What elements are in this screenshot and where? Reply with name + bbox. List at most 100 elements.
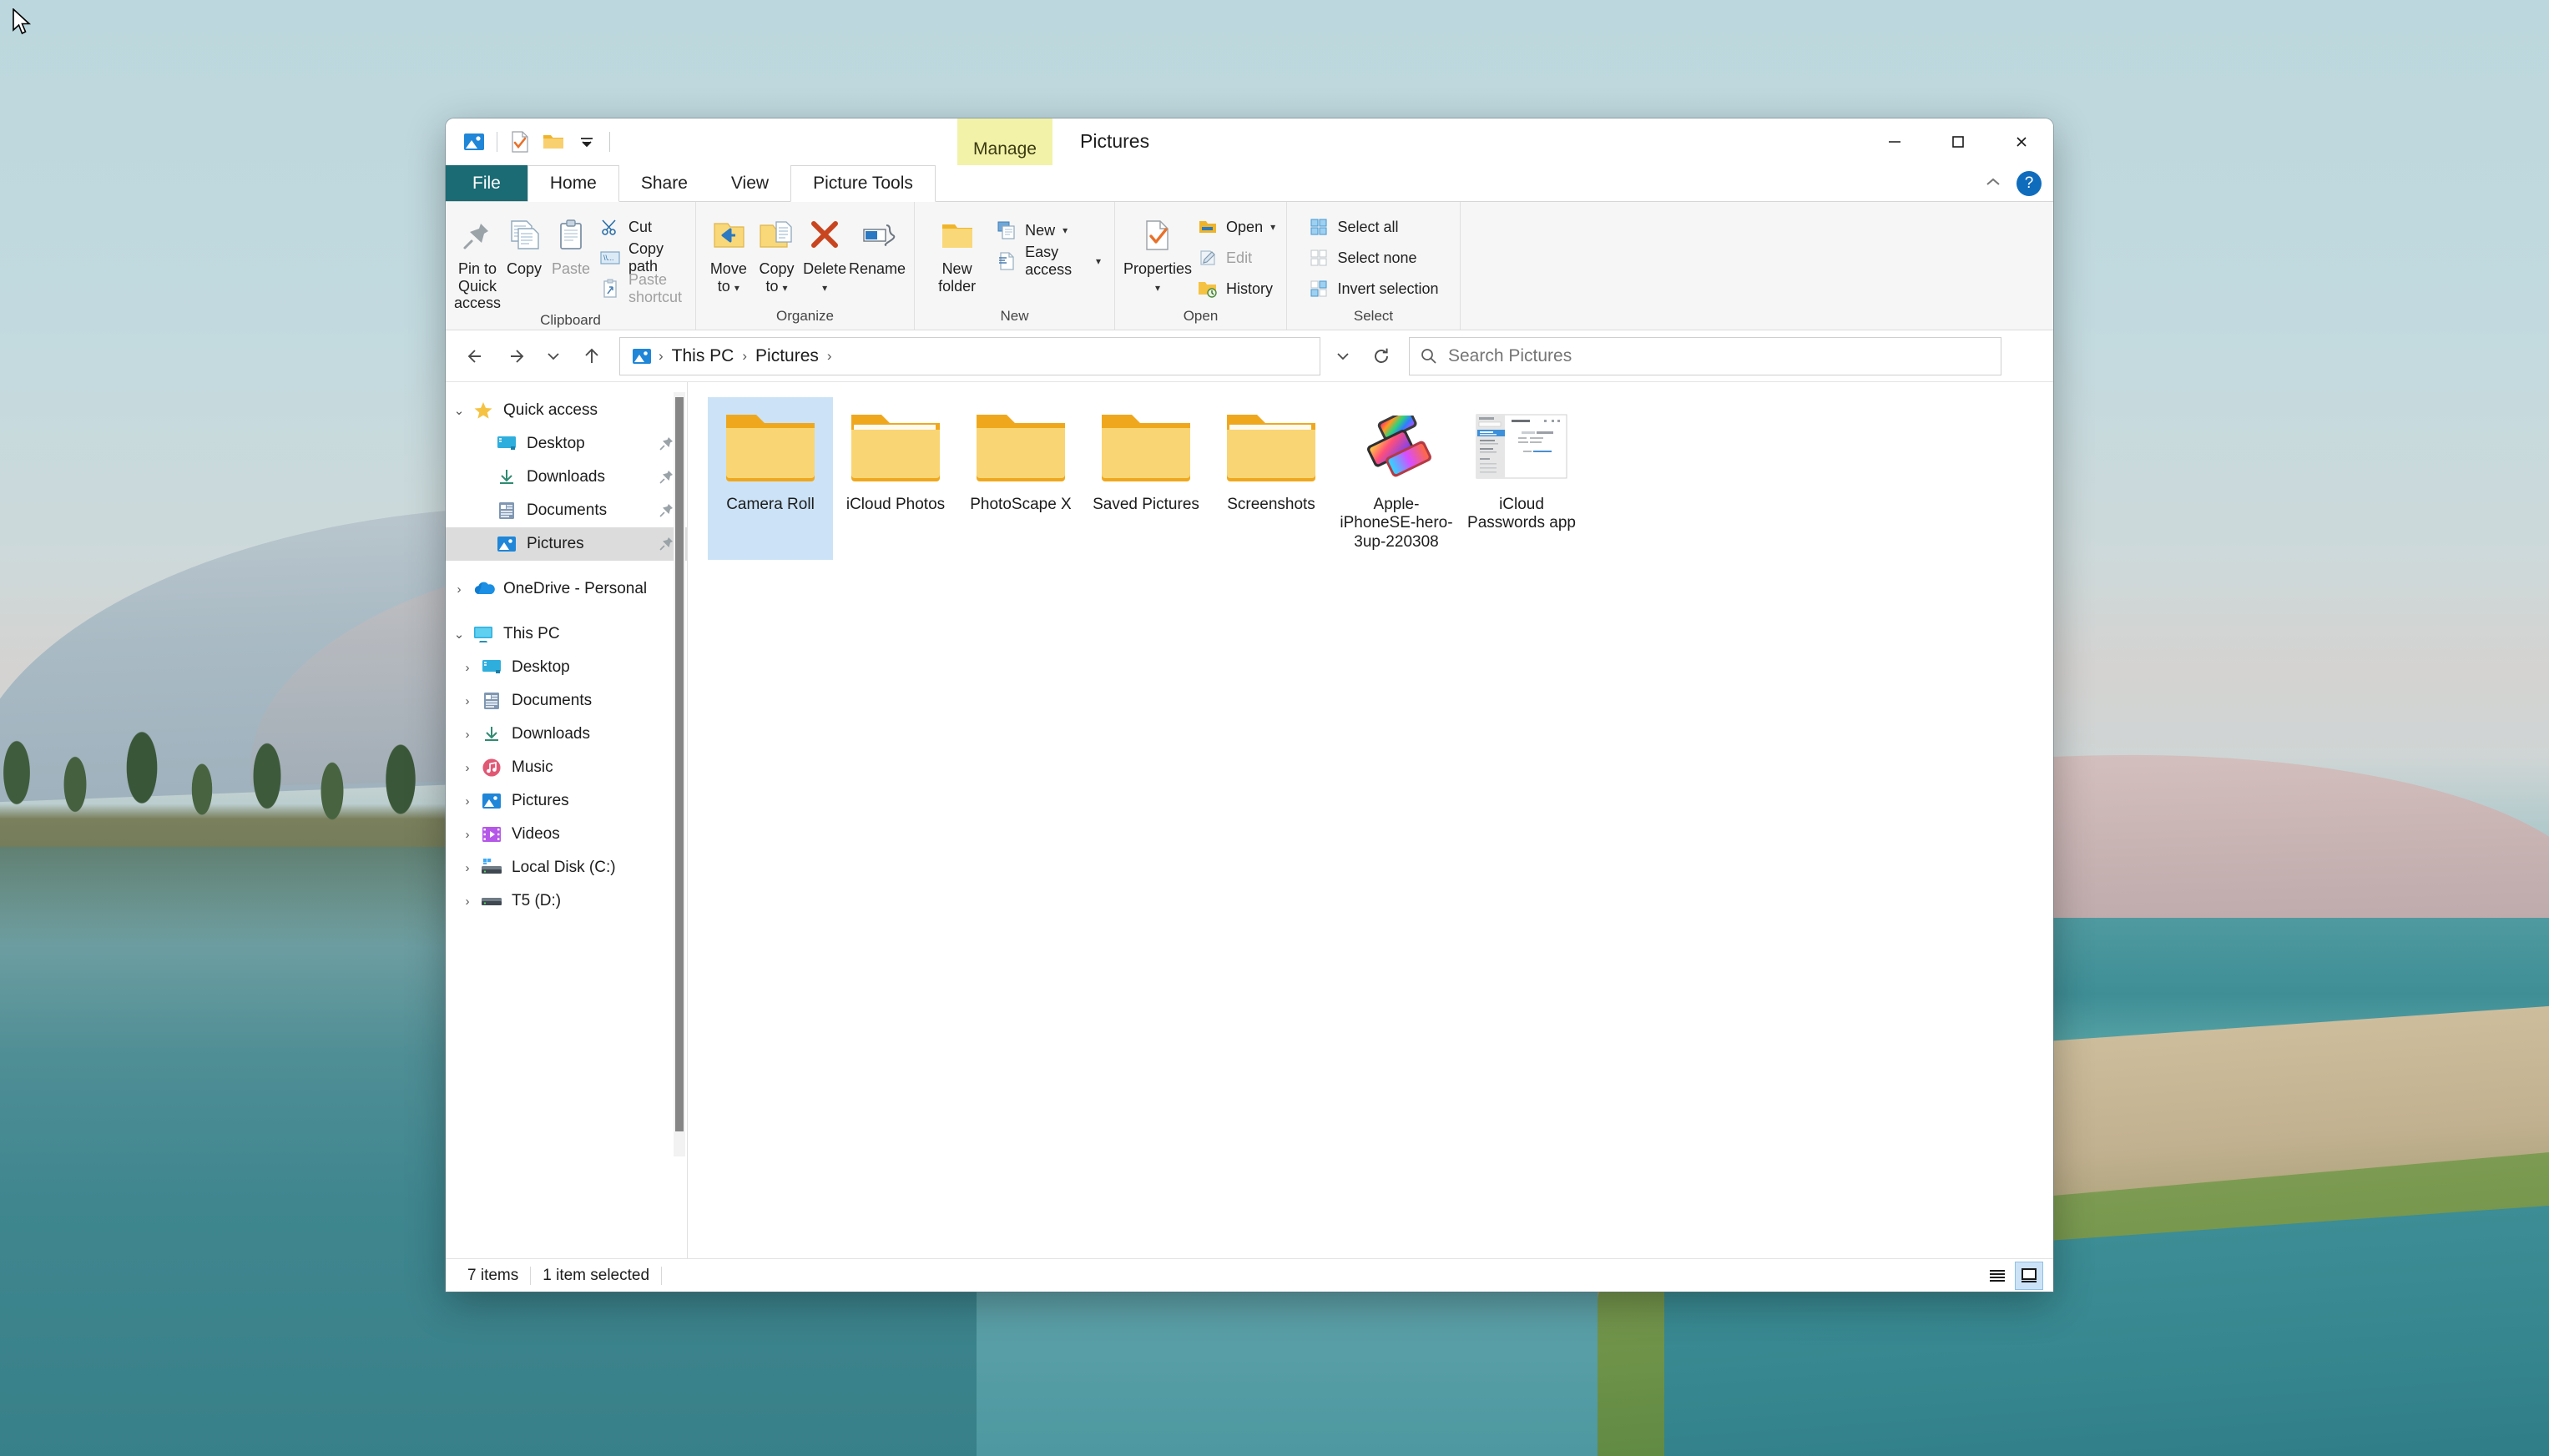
copy-to-button[interactable]: Copy to ▾: [753, 209, 801, 295]
list-item[interactable]: Saved Pictures: [1083, 397, 1209, 560]
item-label: iCloud Passwords app: [1467, 496, 1576, 532]
breadcrumb[interactable]: › This PC › Pictures ›: [619, 336, 1320, 375]
forward-button[interactable]: [496, 337, 534, 375]
open-button[interactable]: Open ▾: [1192, 214, 1280, 240]
sidebar-item-pictures-pc[interactable]: › Pictures: [446, 784, 687, 818]
properties-button[interactable]: Properties ▾: [1123, 209, 1192, 295]
details-view-button[interactable]: [1983, 1262, 2011, 1290]
paste-shortcut-button[interactable]: Paste shortcut: [594, 271, 687, 305]
help-button[interactable]: ?: [2016, 171, 2042, 196]
sidebar-item-downloads-pc[interactable]: › Downloads: [446, 718, 687, 751]
collapse-ribbon-button[interactable]: [1983, 175, 2003, 193]
edit-button[interactable]: Edit: [1192, 244, 1280, 271]
back-button[interactable]: [457, 337, 496, 375]
pin-icon[interactable]: [659, 501, 675, 523]
new-folder-button[interactable]: New folder: [923, 209, 991, 295]
address-dropdown-button[interactable]: [1324, 337, 1362, 375]
chevron-right-icon[interactable]: ›: [447, 582, 471, 597]
search-input[interactable]: [1448, 345, 1991, 366]
sidebar-item-downloads-qa[interactable]: Downloads: [446, 461, 687, 494]
sidebar-item-local-disk-c[interactable]: › Local Disk (C:): [446, 851, 687, 884]
chevron-right-icon[interactable]: ›: [456, 861, 479, 875]
customize-qat-icon[interactable]: [570, 125, 603, 159]
minimize-button[interactable]: [1863, 118, 1926, 165]
sidebar-item-documents-qa[interactable]: Documents: [446, 494, 687, 527]
paste-button[interactable]: Paste: [548, 209, 594, 278]
easy-access-button[interactable]: Easy access ▾: [991, 244, 1106, 278]
sidebar-item-videos[interactable]: › Videos: [446, 818, 687, 851]
chevron-right-icon[interactable]: ›: [456, 894, 479, 909]
list-item[interactable]: iCloud Photos: [833, 397, 958, 560]
pin-icon[interactable]: [659, 435, 675, 456]
chevron-down-icon[interactable]: ⌄: [447, 403, 471, 418]
copy-path-icon: \\...: [599, 247, 621, 269]
cut-button[interactable]: Cut: [594, 214, 687, 240]
select-all-button[interactable]: Select all: [1303, 214, 1443, 240]
list-item[interactable]: Screenshots: [1209, 397, 1334, 560]
recent-locations-button[interactable]: [534, 337, 573, 375]
sidebar-item-desktop-qa[interactable]: Desktop: [446, 427, 687, 461]
pictures-library-icon[interactable]: [457, 125, 491, 159]
sidebar-item-t5-d[interactable]: › T5 (D:): [446, 884, 687, 918]
properties-quick-icon[interactable]: [503, 125, 537, 159]
close-button[interactable]: [1990, 118, 2053, 165]
delete-button[interactable]: Delete ▾: [800, 209, 849, 295]
address-bar-tools: [1324, 337, 1401, 375]
sidebar-item-documents-pc[interactable]: › Documents: [446, 684, 687, 718]
scrollbar-thumb[interactable]: [675, 397, 684, 1131]
item-label: Saved Pictures: [1093, 496, 1199, 513]
file-list-view[interactable]: Camera Roll iCloud Photos PhotoScape X S…: [688, 382, 2053, 1258]
navigation-scrollbar[interactable]: [674, 392, 685, 1156]
rename-button[interactable]: Rename: [849, 209, 906, 278]
invert-selection-button[interactable]: Invert selection: [1303, 275, 1443, 302]
tab-file[interactable]: File: [446, 165, 527, 201]
sidebar-item-quick-access[interactable]: ⌄ Quick access: [446, 394, 687, 427]
copy-button[interactable]: Copy: [501, 209, 548, 278]
chevron-right-icon[interactable]: ›: [456, 828, 479, 842]
list-item[interactable]: Apple-iPhoneSE-hero-3up-220308: [1334, 397, 1459, 560]
refresh-button[interactable]: [1362, 337, 1401, 375]
sidebar-item-this-pc[interactable]: ⌄ This PC: [446, 617, 687, 651]
pin-to-quick-access-button[interactable]: Pin to Quick access: [454, 209, 501, 312]
downloads-icon: [494, 466, 519, 488]
move-to-button[interactable]: Move to ▾: [704, 209, 753, 295]
open-small-buttons: Open ▾ Edit History: [1192, 209, 1280, 302]
list-item[interactable]: Camera Roll: [708, 397, 833, 561]
status-bar: 7 items 1 item selected: [446, 1258, 2053, 1292]
tab-picture-tools[interactable]: Picture Tools: [790, 165, 936, 202]
chevron-right-icon[interactable]: ›: [456, 661, 479, 675]
maximize-button[interactable]: [1926, 118, 1990, 165]
pin-icon[interactable]: [659, 468, 675, 490]
new-item-button[interactable]: New ▾: [991, 217, 1106, 244]
tab-view[interactable]: View: [709, 165, 791, 201]
tab-home[interactable]: Home: [527, 165, 619, 202]
history-button[interactable]: History: [1192, 275, 1280, 302]
sidebar-label: Documents: [512, 692, 593, 709]
chevron-right-icon[interactable]: ›: [456, 761, 479, 775]
tab-share[interactable]: Share: [618, 165, 709, 201]
select-all-label: Select all: [1337, 218, 1399, 235]
search-box[interactable]: [1409, 336, 2001, 375]
sidebar-item-desktop-pc[interactable]: › Desktop: [446, 651, 687, 684]
sidebar-item-music[interactable]: › Music: [446, 751, 687, 784]
large-icons-view-button[interactable]: [2015, 1262, 2043, 1290]
address-bar-row: › This PC › Pictures ›: [446, 330, 2053, 382]
list-item[interactable]: iCloud Passwords app: [1459, 397, 1584, 560]
chevron-right-icon[interactable]: ›: [456, 694, 479, 708]
select-none-button[interactable]: Select none: [1303, 244, 1443, 271]
window-title: Pictures: [1080, 130, 1150, 152]
new-folder-quick-icon[interactable]: [537, 125, 570, 159]
chevron-right-icon[interactable]: ›: [456, 728, 479, 742]
select-none-icon: [1308, 247, 1330, 269]
pin-icon[interactable]: [659, 535, 675, 557]
copy-path-button[interactable]: \\... Copy path: [594, 240, 687, 275]
sidebar-item-onedrive[interactable]: › OneDrive - Personal: [446, 572, 687, 606]
breadcrumb-pictures[interactable]: Pictures: [750, 346, 824, 366]
chevron-down-icon[interactable]: ⌄: [447, 627, 471, 642]
up-button[interactable]: [573, 337, 611, 375]
sidebar-item-pictures-qa[interactable]: Pictures: [446, 527, 687, 561]
breadcrumb-this-pc[interactable]: This PC: [667, 346, 739, 366]
chevron-right-icon[interactable]: ›: [456, 794, 479, 809]
folder-icon: [972, 404, 1069, 491]
list-item[interactable]: PhotoScape X: [958, 397, 1083, 560]
